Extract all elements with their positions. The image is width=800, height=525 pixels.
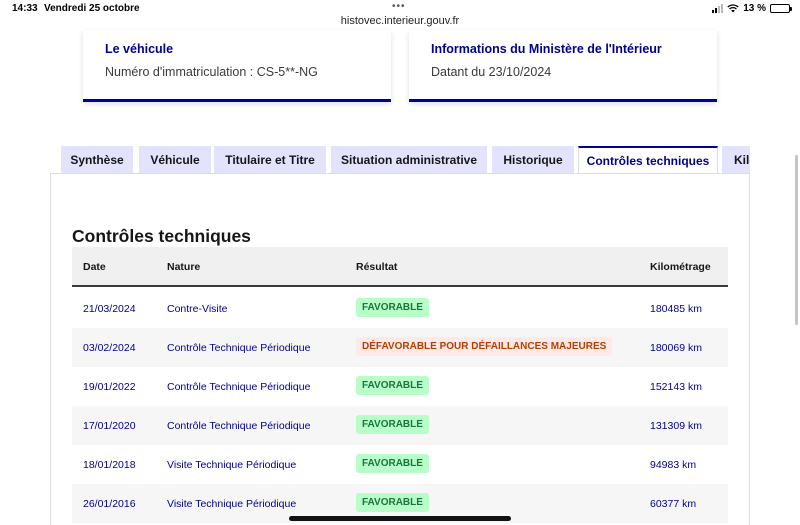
result-badge: FAVORABLE [356,376,429,395]
address-bar-url[interactable]: histovec.interieur.gouv.fr [0,15,800,27]
ministry-card: Informations du Ministère de l'Intérieur… [409,30,717,102]
row-kilometrage: 180069 km [650,342,702,354]
status-time: 14:33 [12,3,38,14]
row-date: 19/01/2022 [83,381,136,393]
multitasking-dots-icon[interactable]: ••• [392,1,406,12]
vehicle-card-plate: Numéro d'immatriculation : CS-5**-NG [105,65,318,79]
tab-bar: Synthèse Véhicule Titulaire et Titre Sit… [61,146,750,174]
tab-historique[interactable]: Historique [492,146,574,174]
result-badge: FAVORABLE [356,493,429,512]
column-header-date: Date [83,261,106,273]
battery-icon [770,4,792,13]
row-kilometrage: 180485 km [650,303,702,315]
column-header-resultat: Résultat [356,261,398,273]
tab-kilometrage[interactable]: Kilométrage [722,146,750,174]
row-nature: Visite Technique Périodique [167,498,297,510]
wifi-icon [727,4,739,13]
tab-situation-administrative[interactable]: Situation administrative [331,146,487,174]
vertical-scrollbar[interactable] [795,155,798,325]
row-date: 26/01/2016 [83,498,136,510]
table-header: Date Nature Résultat Kilométrage [72,247,728,287]
section-title: Contrôles techniques [72,226,251,246]
row-kilometrage: 131309 km [650,420,702,432]
ministry-card-date: Datant du 23/10/2024 [431,65,552,79]
table-row: 03/02/2024 Contrôle Technique Périodique… [72,328,728,367]
result-badge: FAVORABLE [356,454,429,473]
row-nature: Contrôle Technique Périodique [167,381,311,393]
result-badge: DÉFAVORABLE POUR DÉFAILLANCES MAJEURES [356,337,613,356]
signal-icon [712,4,724,13]
vehicle-card-title: Le véhicule [105,42,174,56]
row-nature: Contre-Visite [167,303,228,315]
row-nature: Visite Technique Périodique [167,459,297,471]
tab-titulaire[interactable]: Titulaire et Titre [214,146,326,174]
row-date: 21/03/2024 [83,303,136,315]
row-date: 03/02/2024 [83,342,136,354]
status-indicators: 13 % [712,3,792,14]
column-header-kilometrage: Kilométrage [650,261,711,273]
status-date: Vendredi 25 octobre [44,3,140,14]
tab-synthese[interactable]: Synthèse [61,146,133,174]
table-row: 21/03/2024 Contre-Visite FAVORABLE 18048… [72,289,728,328]
table-row: 17/01/2020 Contrôle Technique Périodique… [72,406,728,445]
row-nature: Contrôle Technique Périodique [167,420,311,432]
row-date: 18/01/2018 [83,459,136,471]
vehicle-card: Le véhicule Numéro d'immatriculation : C… [83,30,391,102]
row-kilometrage: 94983 km [650,459,697,471]
result-badge: FAVORABLE [356,415,429,434]
row-nature: Contrôle Technique Périodique [167,342,311,354]
home-indicator[interactable] [289,516,511,521]
ministry-card-title: Informations du Ministère de l'Intérieur [431,42,662,56]
tab-vehicule[interactable]: Véhicule [139,146,211,174]
row-date: 17/01/2020 [83,420,136,432]
tab-controles-techniques[interactable]: Contrôles techniques [578,146,718,174]
table-row: 18/01/2018 Visite Technique Périodique F… [72,445,728,484]
result-badge: FAVORABLE [356,298,429,317]
row-kilometrage: 152143 km [650,381,702,393]
table-row: 19/01/2022 Contrôle Technique Périodique… [72,367,728,406]
status-bar: 14:33 Vendredi 25 octobre ••• histovec.i… [0,0,800,30]
battery-percent: 13 % [743,3,766,14]
row-kilometrage: 60377 km [650,498,697,510]
column-header-nature: Nature [167,261,201,273]
